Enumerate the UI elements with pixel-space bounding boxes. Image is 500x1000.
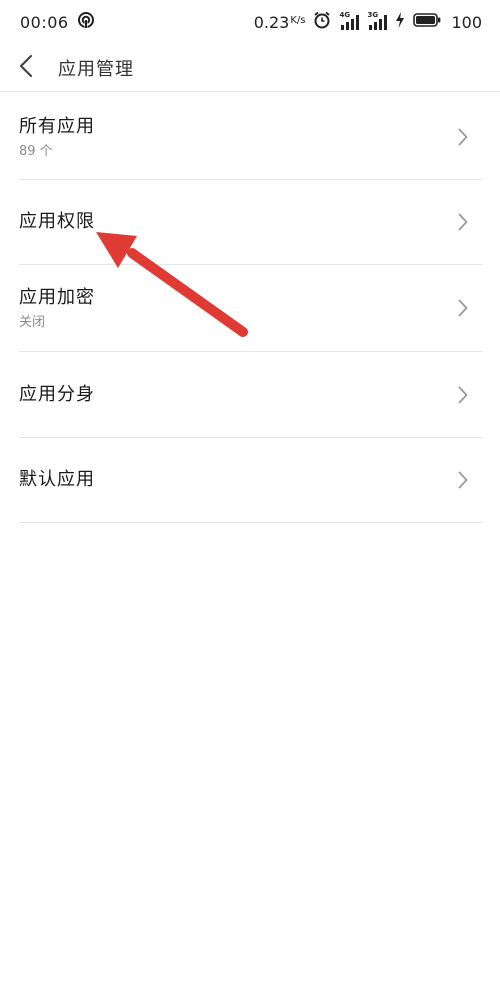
chevron-right-icon — [453, 127, 473, 147]
menu-item-default-apps[interactable]: 默认应用 — [19, 438, 482, 523]
menu-item-texts: 默认应用 — [19, 468, 95, 492]
menu-item-app-encryption[interactable]: 应用加密 关闭 — [19, 265, 482, 352]
chevron-right-icon — [453, 470, 473, 490]
page-title: 应用管理 — [58, 58, 134, 80]
hotspot-icon — [77, 11, 95, 33]
status-time: 00:06 — [20, 12, 69, 32]
signal-3g-icon: 3G — [367, 12, 388, 31]
chevron-right-icon — [453, 298, 473, 318]
menu-list: 所有应用 89 个 应用权限 应用加密 关闭 应用分身 默认应用 — [0, 93, 500, 523]
charging-icon — [395, 12, 405, 32]
menu-item-all-apps[interactable]: 所有应用 89 个 — [19, 93, 482, 180]
menu-item-texts: 应用加密 关闭 — [19, 286, 95, 331]
alarm-icon — [313, 11, 331, 33]
chevron-right-icon — [453, 385, 473, 405]
status-left: 00:06 — [20, 11, 95, 33]
speed-unit: K/s — [290, 14, 306, 26]
menu-item-texts: 应用权限 — [19, 210, 95, 234]
battery-level: 100 — [451, 12, 482, 32]
menu-item-app-clone[interactable]: 应用分身 — [19, 352, 482, 438]
back-arrow-icon — [19, 54, 33, 82]
screen: 00:06 0.23K/s 4G 3G 100 应用管理 所有应用 89 个 应… — [0, 0, 500, 1000]
menu-item-subtitle: 89 个 — [19, 143, 53, 159]
menu-item-texts: 所有应用 89 个 — [19, 115, 95, 160]
battery-icon — [413, 12, 441, 32]
menu-item-label: 应用权限 — [19, 211, 95, 232]
header: 应用管理 — [0, 44, 500, 92]
back-button[interactable] — [0, 44, 58, 92]
menu-item-texts: 应用分身 — [19, 383, 95, 407]
network-speed: 0.23K/s — [254, 13, 306, 32]
menu-item-label: 默认应用 — [19, 469, 95, 490]
menu-item-label: 所有应用 — [19, 115, 95, 137]
menu-item-app-permissions[interactable]: 应用权限 — [19, 180, 482, 265]
chevron-right-icon — [453, 212, 473, 232]
status-right: 0.23K/s 4G 3G 100 — [254, 11, 482, 33]
menu-item-subtitle: 关闭 — [19, 314, 46, 330]
menu-item-label: 应用加密 — [19, 286, 95, 308]
speed-value: 0.23 — [253, 12, 290, 32]
menu-item-label: 应用分身 — [19, 383, 95, 405]
signal-4g-icon: 4G — [339, 12, 360, 31]
status-bar: 00:06 0.23K/s 4G 3G 100 — [0, 0, 500, 44]
